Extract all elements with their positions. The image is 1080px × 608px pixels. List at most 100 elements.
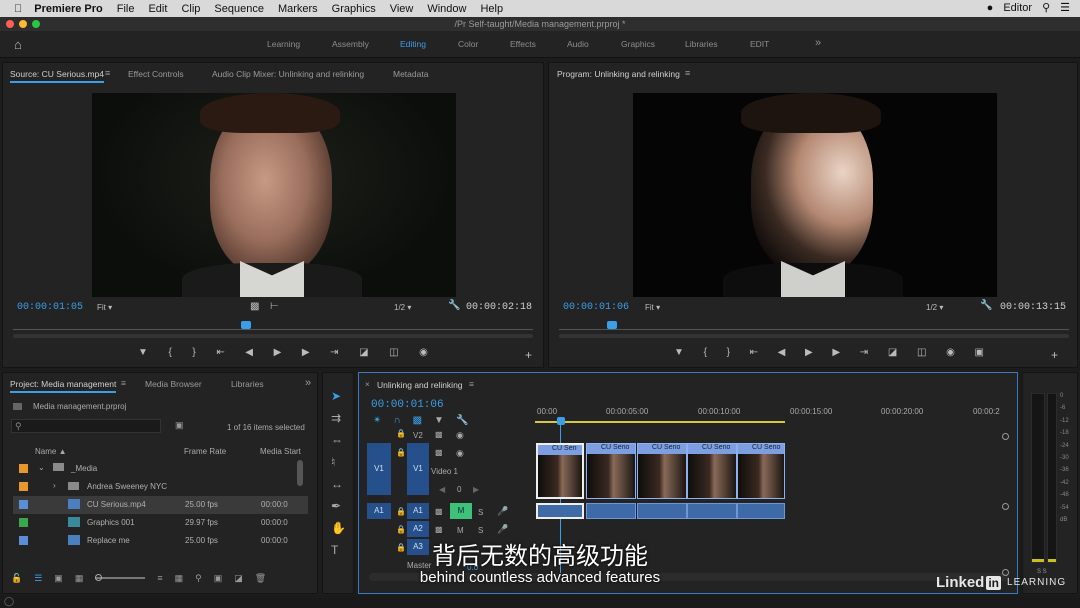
mute-track-a2-button[interactable]: M	[457, 526, 464, 535]
track-a2-target[interactable]: A2	[407, 521, 429, 537]
workspace-effects[interactable]: Effects	[510, 39, 536, 49]
go-to-out-icon[interactable]: ⇥	[330, 347, 338, 361]
menu-edit[interactable]: Edit	[148, 3, 167, 15]
microphone-icon[interactable]: 🎤	[497, 506, 508, 517]
close-tab-icon[interactable]: ×	[365, 380, 370, 389]
track-v1-target[interactable]: V1	[407, 443, 429, 495]
new-bin-from-search-icon[interactable]: ▣	[175, 420, 184, 431]
program-zoom-bar[interactable]	[559, 321, 1069, 331]
column-media-start[interactable]: Media Start	[260, 447, 301, 456]
tab-media-browser[interactable]: Media Browser	[145, 379, 202, 389]
go-to-in-icon[interactable]: ⇤	[216, 347, 224, 361]
audio-clip[interactable]	[737, 503, 785, 519]
source-v1-target[interactable]: V1	[367, 443, 391, 495]
lock-icon[interactable]: 🔒	[396, 525, 406, 534]
eye-icon[interactable]: ◉	[456, 430, 464, 441]
list-item[interactable]: Graphics 001 29.97 fps 00:00:0	[13, 514, 308, 532]
time-ruler[interactable]: 00:00 00:00:05:00 00:00:10:00 00:00:15:0…	[535, 405, 1005, 425]
snap-icon[interactable]: ∩	[393, 415, 400, 426]
audio-clip[interactable]	[536, 503, 584, 519]
panel-menu-icon[interactable]: ≡	[469, 379, 474, 389]
column-frame-rate[interactable]: Frame Rate	[184, 447, 226, 456]
search-icon[interactable]: ⚲	[1042, 1, 1050, 14]
mark-out-icon[interactable]: }	[192, 347, 195, 361]
lift-icon[interactable]: ◪	[888, 347, 897, 361]
source-playhead[interactable]	[241, 321, 251, 329]
source-timecode[interactable]: 00:00:01:05	[17, 302, 83, 313]
selection-tool-icon[interactable]: ➤	[331, 389, 346, 403]
solo-track-a2-button[interactable]: S	[478, 526, 483, 535]
compare-view-icon[interactable]: ▣	[975, 347, 984, 361]
slip-tool-icon[interactable]: ↔	[331, 477, 346, 491]
insert-icon[interactable]: ⊢	[270, 301, 279, 312]
column-name[interactable]: Name ▲	[35, 447, 66, 456]
tab-project[interactable]: Project: Media management	[10, 379, 117, 393]
timeline-settings-icon[interactable]: 🔧	[456, 415, 468, 426]
video-clip[interactable]: CU Serio	[586, 443, 636, 499]
work-area-bar[interactable]	[535, 421, 785, 423]
toggle-sync-icon[interactable]: ▩	[435, 448, 443, 457]
tab-metadata[interactable]: Metadata	[393, 69, 428, 79]
list-item[interactable]: ⌄ _Media	[13, 460, 308, 478]
timeline-playhead[interactable]	[557, 417, 565, 425]
workspace-libraries[interactable]: Libraries	[685, 39, 718, 49]
list-item[interactable]: › Andrea Sweeney NYC	[13, 478, 308, 496]
workspace-color[interactable]: Color	[458, 39, 478, 49]
eye-icon[interactable]: ◉	[456, 448, 464, 459]
video-clip[interactable]: CU Serio	[637, 443, 687, 499]
export-frame-icon[interactable]: ◉	[419, 347, 428, 361]
workspace-audio[interactable]: Audio	[567, 39, 589, 49]
tab-libraries[interactable]: Libraries	[231, 379, 264, 389]
panel-menu-icon[interactable]: ≡	[121, 378, 126, 388]
tab-sequence[interactable]: Unlinking and relinking	[377, 380, 463, 390]
menu-window[interactable]: Window	[427, 3, 466, 15]
home-icon[interactable]: ⌂	[14, 37, 22, 52]
label-color-swatch[interactable]	[19, 464, 28, 473]
close-window-button[interactable]	[6, 20, 14, 28]
menu-file[interactable]: File	[117, 3, 135, 15]
export-frame-icon[interactable]: ◉	[946, 347, 955, 361]
source-scroll[interactable]	[13, 334, 533, 338]
program-fit-select[interactable]: Fit ▾	[645, 303, 660, 312]
source-zoom-bar[interactable]	[13, 321, 533, 331]
wrench-icon[interactable]: 🔧	[448, 300, 460, 311]
add-button-icon[interactable]: +	[525, 348, 532, 362]
toggle-sync-icon[interactable]: ▩	[435, 507, 443, 516]
menu-sequence[interactable]: Sequence	[214, 3, 264, 15]
mark-in-icon[interactable]: {	[704, 347, 707, 361]
program-timecode[interactable]: 00:00:01:06	[563, 302, 629, 313]
workspace-more-button[interactable]: »	[815, 37, 821, 49]
menu-clip[interactable]: Clip	[181, 3, 200, 15]
mark-out-icon[interactable]: }	[727, 347, 730, 361]
list-item[interactable]: CU Serious.mp4 25.00 fps 00:00:0	[13, 496, 308, 514]
add-marker-icon[interactable]: ▼	[434, 415, 444, 426]
add-marker-icon[interactable]: ▼	[138, 347, 148, 361]
microphone-icon[interactable]: 🎤	[497, 524, 508, 535]
video-clip[interactable]: CU Seri	[536, 443, 584, 499]
program-resolution-select[interactable]: 1/2 ▾	[926, 303, 943, 312]
more-tabs-button[interactable]: »	[305, 377, 311, 389]
label-color-swatch[interactable]	[19, 518, 28, 527]
lock-icon[interactable]: 🔒	[396, 429, 406, 438]
solo-track-a1-button[interactable]: S	[478, 508, 483, 517]
workspace-assembly[interactable]: Assembly	[332, 39, 369, 49]
source-a1-target[interactable]: A1	[367, 503, 391, 519]
tab-audio-clip-mixer[interactable]: Audio Clip Mixer: Unlinking and relinkin…	[212, 69, 364, 79]
source-fit-select[interactable]: Fit ▾	[97, 303, 112, 312]
label-color-swatch[interactable]	[19, 500, 28, 509]
overwrite-icon[interactable]: ◫	[389, 347, 398, 361]
wrench-icon[interactable]: 🔧	[980, 300, 992, 311]
project-scrollbar[interactable]	[297, 460, 303, 486]
chevron-down-icon[interactable]: ⌄	[38, 463, 45, 472]
settings-icon[interactable]: ▩	[250, 301, 259, 312]
toggle-sync-icon[interactable]: ▩	[435, 525, 443, 534]
nest-icon[interactable]: ✴	[373, 415, 381, 426]
extract-icon[interactable]: ◫	[917, 347, 926, 361]
zoom-window-button[interactable]	[32, 20, 40, 28]
apple-icon[interactable]: 	[14, 3, 22, 15]
go-to-in-icon[interactable]: ⇤	[750, 347, 758, 361]
lock-icon[interactable]: 🔒	[396, 448, 406, 457]
scroll-handle-icon[interactable]	[1002, 433, 1009, 440]
pen-tool-icon[interactable]: ✒	[331, 499, 346, 513]
track-a1-target[interactable]: A1	[407, 503, 429, 519]
